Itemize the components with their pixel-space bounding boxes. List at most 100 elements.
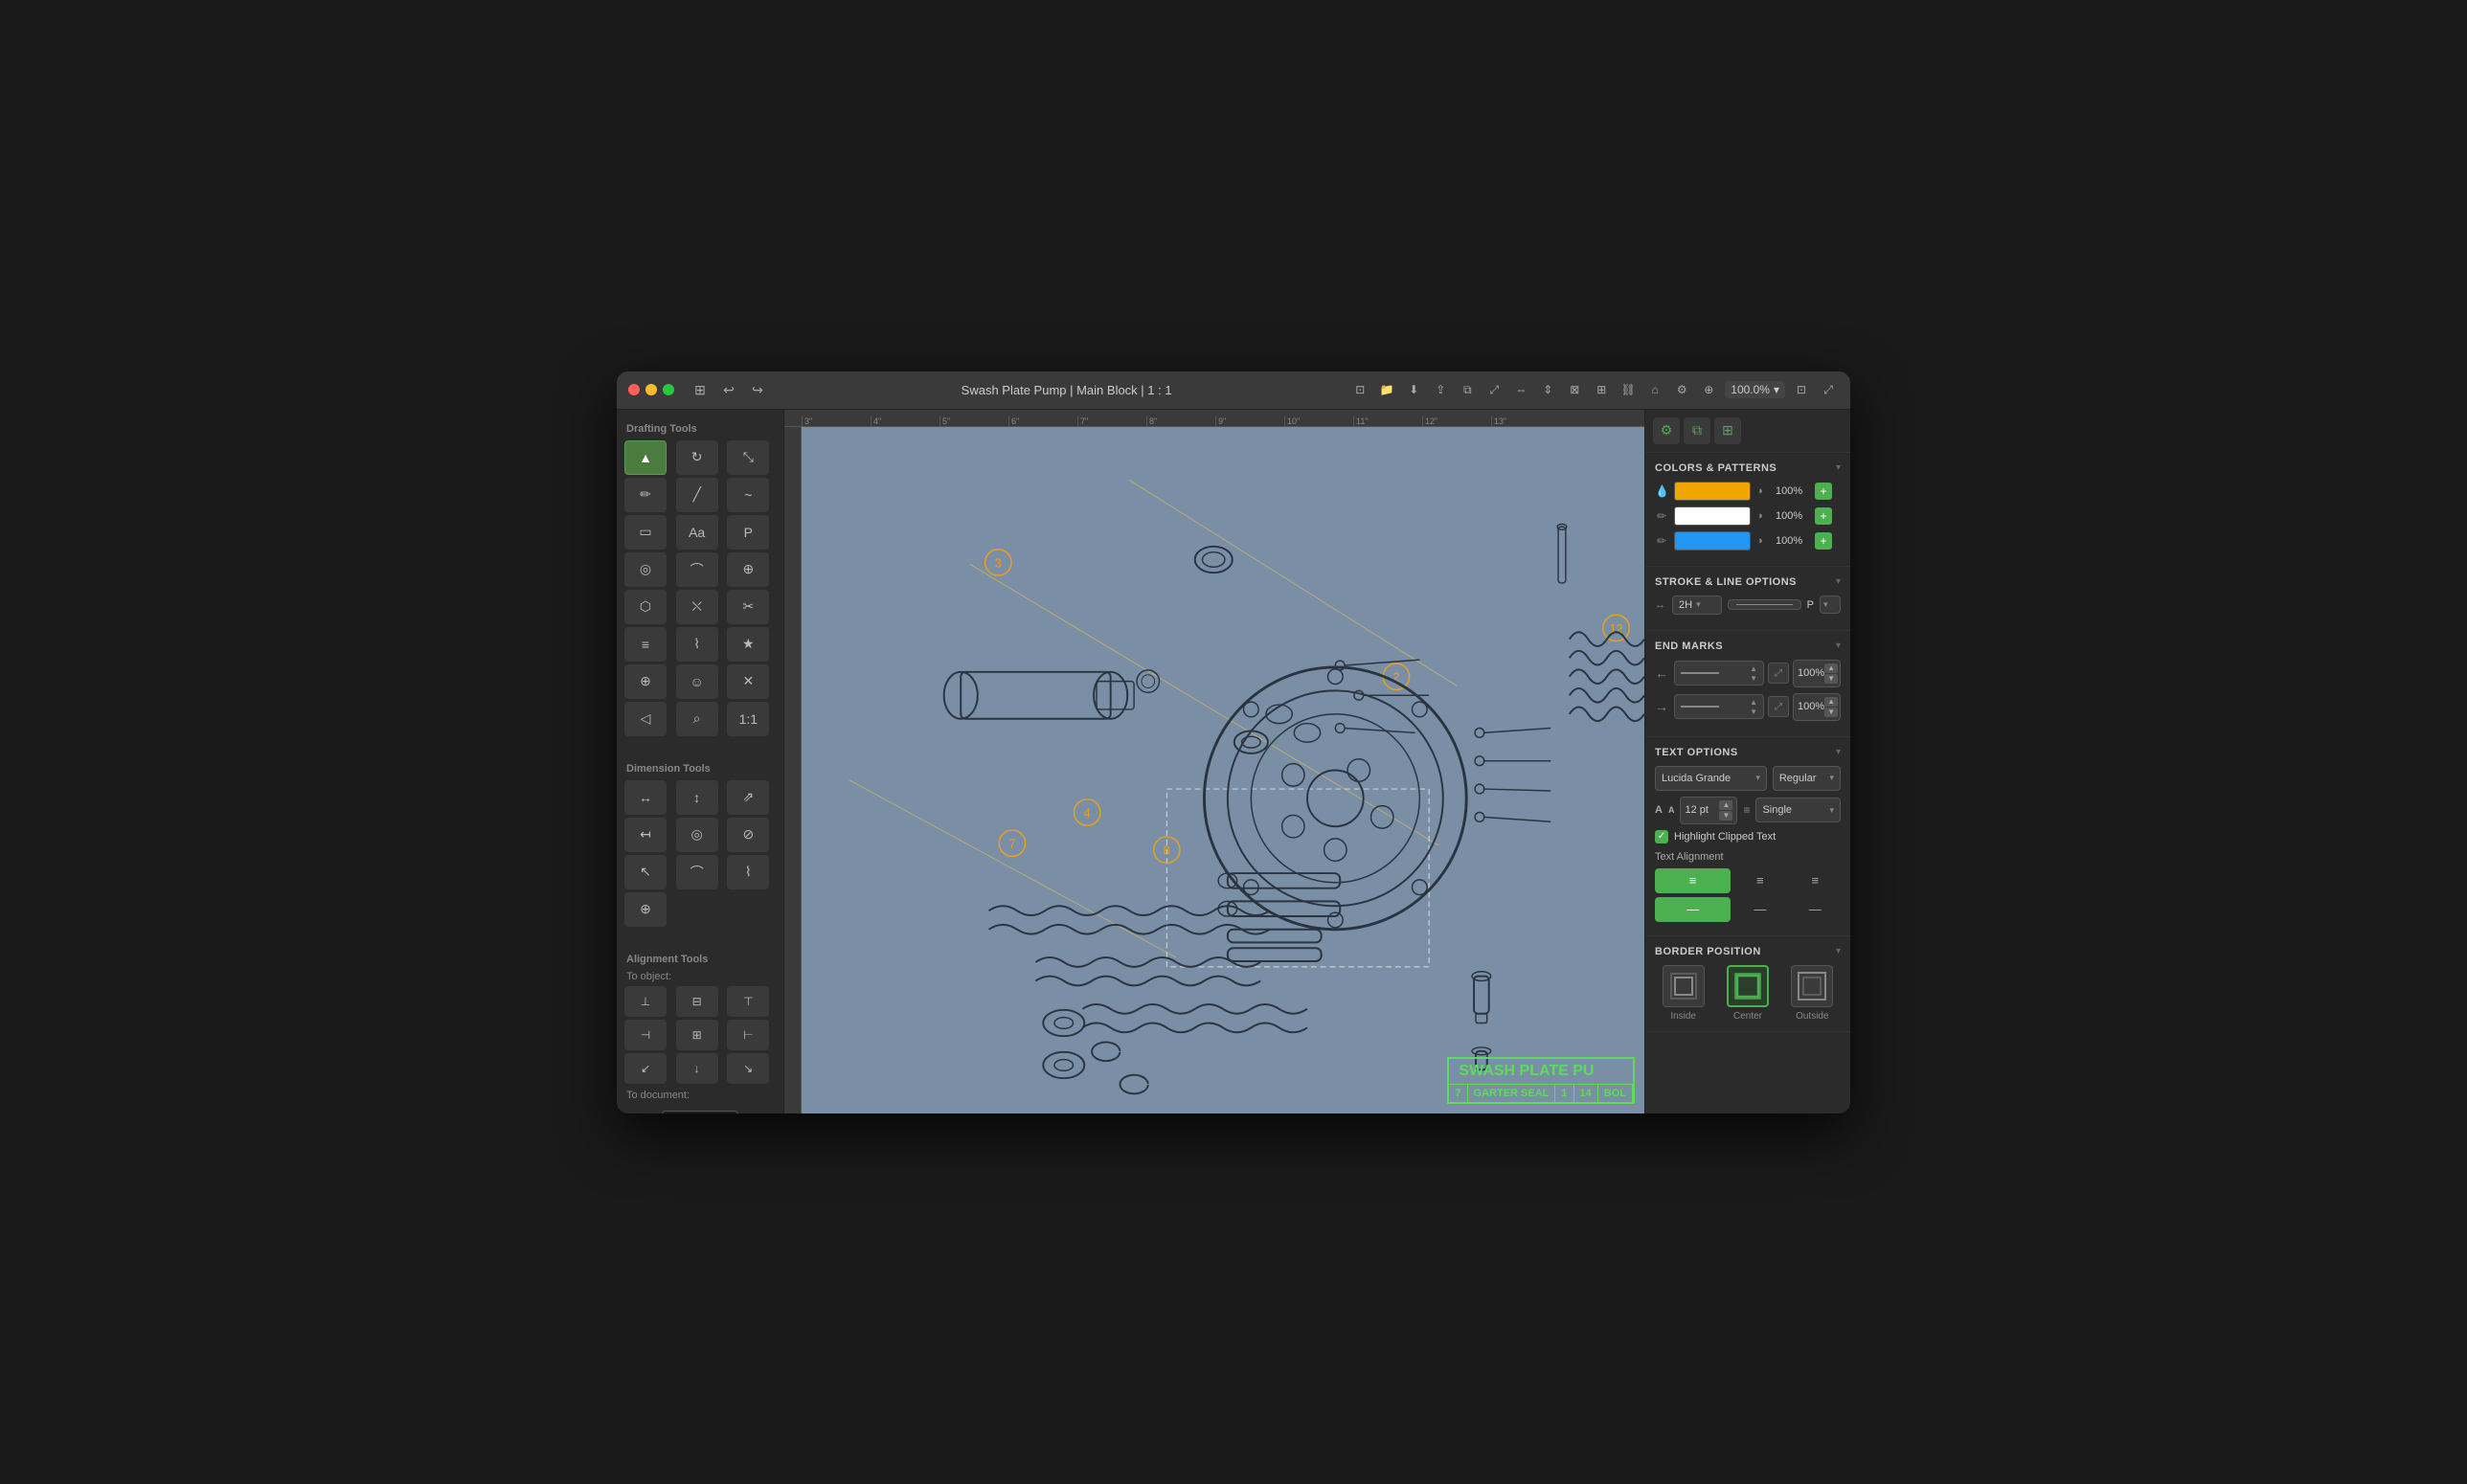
stroke-style-container[interactable] (1728, 599, 1801, 610)
close-button[interactable] (628, 384, 640, 395)
download-icon[interactable]: ⬇ (1403, 379, 1424, 400)
line-tool-button[interactable]: ╱ (676, 478, 718, 512)
panel-grid-icon[interactable]: ⊞ (1714, 417, 1741, 444)
magnify-tool-button[interactable]: ⌕ (676, 702, 718, 736)
chain-dim-button[interactable]: ↤ (624, 818, 667, 852)
border-position-collapse-btn[interactable]: ▾ (1836, 946, 1841, 956)
color-swatch-3[interactable] (1674, 531, 1751, 551)
panel-sliders-icon[interactable]: ⚙ (1653, 417, 1680, 444)
end-mark-pct-2[interactable]: 100% ▲ ▼ (1793, 693, 1841, 721)
fullscreen-icon[interactable]: ⤢ (1818, 379, 1839, 400)
select-tool-button[interactable]: ▲ (624, 440, 667, 475)
align-center-v-btn[interactable]: ⊟ (676, 986, 718, 1017)
stroke-weight-dropdown[interactable]: 2H ▾ (1672, 596, 1722, 615)
colors-collapse-btn[interactable]: ▾ (1836, 462, 1841, 473)
flip-h-icon[interactable]: ⇔ (1510, 379, 1531, 400)
eyedrop-tool-button[interactable]: ◁ (624, 702, 667, 736)
font-style-dropdown[interactable]: Regular ▾ (1773, 766, 1841, 791)
color-add-btn-1[interactable]: + (1815, 483, 1832, 500)
align-center-h-btn[interactable]: ⊞ (676, 1020, 718, 1050)
align-bottom-text-btn[interactable]: — (1790, 897, 1841, 922)
pen-tool-button[interactable]: ✏ (624, 478, 667, 512)
align-right-btn[interactable]: ⊢ (727, 1020, 769, 1050)
redo-icon[interactable]: ↪ (747, 379, 768, 400)
radius-dim-button[interactable]: ◎ (676, 818, 718, 852)
ratio-tool-button[interactable]: 1:1 (727, 702, 769, 736)
star-tool-button[interactable]: ★ (727, 627, 769, 662)
font-size-input[interactable]: 12 pt ▲ ▼ (1680, 797, 1737, 824)
minimize-button[interactable] (645, 384, 657, 395)
end-mark-up-1-btn[interactable]: ▲ (1824, 663, 1838, 673)
border-center-option[interactable]: Center (1727, 965, 1769, 1022)
snap-tool-button[interactable]: ⊕ (624, 664, 667, 699)
shape-tool-button[interactable]: P (727, 515, 769, 550)
color-add-btn-2[interactable]: + (1815, 507, 1832, 525)
panel-layers-icon[interactable]: ⧉ (1684, 417, 1710, 444)
rect-tool-button[interactable]: ▭ (624, 515, 667, 550)
transform-icon[interactable]: ⤢ (1483, 379, 1505, 400)
end-mark-start-dropdown[interactable]: ▲ ▼ (1674, 661, 1764, 686)
font-size-down-btn[interactable]: ▼ (1719, 811, 1732, 821)
end-mark-up-2-btn[interactable]: ▲ (1824, 697, 1838, 707)
font-size-up-btn[interactable]: ▲ (1719, 800, 1732, 810)
arrange-icon[interactable]: ⊠ (1564, 379, 1585, 400)
align-bottom-btn[interactable]: ⊥ (624, 986, 667, 1017)
stamp-tool-button[interactable]: ⊕ (727, 552, 769, 587)
cross-tool-button[interactable]: ✕ (727, 664, 769, 699)
export-icon[interactable]: ⊡ (1349, 379, 1370, 400)
angle2-dim-button[interactable]: ⌇ (727, 855, 769, 889)
share-icon[interactable]: ⇪ (1430, 379, 1451, 400)
connect-icon[interactable]: ⛓ (1618, 379, 1639, 400)
highlight-checkbox[interactable]: ✓ (1655, 830, 1668, 843)
end-mark-end-dropdown[interactable]: ▲ ▼ (1674, 694, 1764, 719)
end-mark-down-2-btn[interactable]: ▼ (1824, 708, 1838, 717)
color-add-btn-3[interactable]: + (1815, 532, 1832, 550)
layers-icon[interactable]: ⧉ (1457, 379, 1478, 400)
text-options-collapse-btn[interactable]: ▾ (1836, 747, 1841, 757)
rotate-tool-button[interactable]: ↻ (676, 440, 718, 475)
color-swatch-2[interactable] (1674, 506, 1751, 526)
leader-dim-button[interactable]: ↖ (624, 855, 667, 889)
align-center-text-btn[interactable]: ≡ (1734, 868, 1785, 893)
stroke-style-dropdown[interactable]: ▾ (1820, 596, 1841, 614)
trim-tool-button[interactable]: ✂ (727, 590, 769, 624)
align-br-btn[interactable]: ↘ (727, 1053, 769, 1084)
color-swatch-1[interactable] (1674, 482, 1751, 501)
drawing-canvas[interactable]: 3 12 2 4 7 (802, 427, 1644, 1113)
vert-dim-button[interactable]: ↕ (676, 780, 718, 815)
align-bc-btn[interactable]: ↓ (676, 1053, 718, 1084)
table-icon[interactable]: ⊞ (1591, 379, 1612, 400)
sidebar-toggle-icon[interactable]: ⊞ (690, 379, 711, 400)
document-grid[interactable] (662, 1111, 738, 1113)
align-left-text-btn[interactable]: ≡ (1655, 868, 1731, 893)
align-top-text-btn[interactable]: — (1655, 897, 1731, 922)
ordinate-dim-button[interactable]: ⊕ (624, 892, 667, 927)
align-top-btn[interactable]: ⊤ (727, 986, 769, 1017)
flip-v-icon[interactable]: ⇕ (1537, 379, 1558, 400)
align-left-btn[interactable]: ⊣ (624, 1020, 667, 1050)
undo-icon[interactable]: ↩ (718, 379, 739, 400)
horiz-dim-button[interactable]: ↔ (624, 780, 667, 815)
end-mark-expand-1-icon[interactable]: ⤢ (1768, 663, 1789, 684)
person-tool-button[interactable]: ☺ (676, 664, 718, 699)
maximize-button[interactable] (663, 384, 674, 395)
font-name-dropdown[interactable]: Lucida Grande ▾ (1655, 766, 1767, 791)
resize-tool-button[interactable]: ⤡ (727, 440, 769, 475)
home-icon[interactable]: ⌂ (1644, 379, 1665, 400)
freeform-tool-button[interactable]: ⌒ (676, 552, 718, 587)
folder-icon[interactable]: 📁 (1376, 379, 1397, 400)
text-tool-button[interactable]: Aa (676, 515, 718, 550)
circle-tool-button[interactable]: ◎ (624, 552, 667, 587)
wave-tool-button[interactable]: ⌇ (676, 627, 718, 662)
polygon-tool-button[interactable]: ⬡ (624, 590, 667, 624)
end-mark-down-1-btn[interactable]: ▼ (1824, 674, 1838, 684)
node-tool-button[interactable]: ⛌ (676, 590, 718, 624)
zoom-control[interactable]: 100.0% ▾ (1725, 381, 1785, 398)
layers2-icon[interactable]: ⊕ (1698, 379, 1719, 400)
bezier-tool-button[interactable]: ~ (727, 478, 769, 512)
end-mark-expand-2-icon[interactable]: ⤢ (1768, 696, 1789, 717)
arc-dim-button[interactable]: ⌒ (676, 855, 718, 889)
end-mark-pct-1[interactable]: 100% ▲ ▼ (1793, 660, 1841, 687)
angle-dim-button[interactable]: ⇗ (727, 780, 769, 815)
border-inside-option[interactable]: Inside (1663, 965, 1705, 1022)
